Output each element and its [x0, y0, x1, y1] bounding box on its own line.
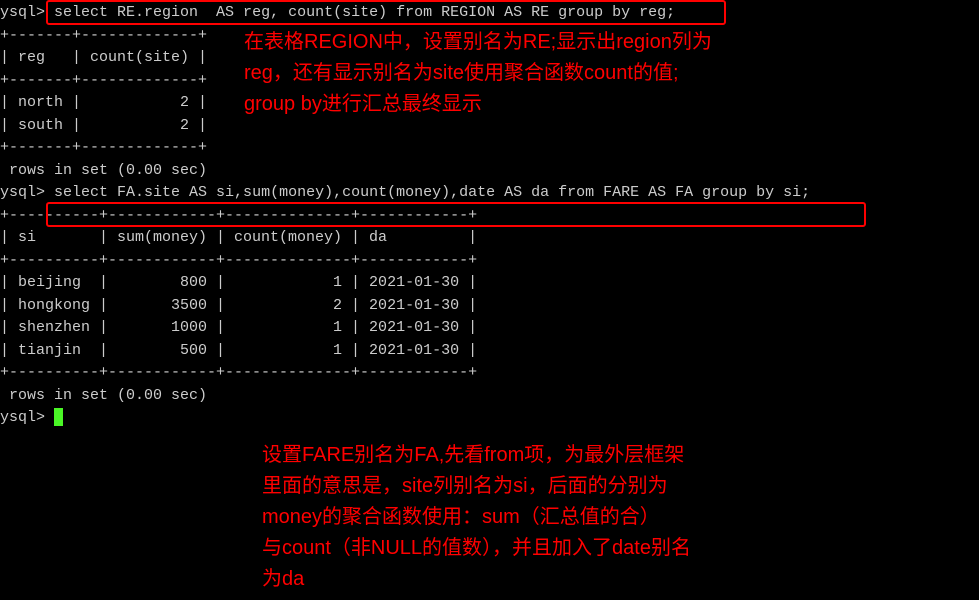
- annotation-1-line-3: group by进行汇总最终显示: [244, 89, 712, 120]
- annotation-2: 设置FARE别名为FA,先看from项，为最外层框架 里面的意思是，site列别…: [262, 440, 691, 595]
- table-row: | tianjin | 500 | 1 | 2021-01-30 |: [0, 340, 979, 363]
- table-divider: +----------+------------+--------------+…: [0, 362, 979, 385]
- table-row: | beijing | 800 | 1 | 2021-01-30 |: [0, 272, 979, 295]
- table-divider: +----------+------------+--------------+…: [0, 205, 979, 228]
- table-divider: +-------+-------------+: [0, 137, 979, 160]
- table-row: | shenzhen | 1000 | 1 | 2021-01-30 |: [0, 317, 979, 340]
- annotation-2-line-4: 与count（非NULL的值数），并且加入了date别名: [262, 533, 691, 564]
- annotation-2-line-3: money的聚合函数使用：sum（汇总值的合）: [262, 502, 691, 533]
- annotation-1-line-1: 在表格REGION中，设置别名为RE;显示出region列为: [244, 27, 712, 58]
- status-line: rows in set (0.00 sec): [0, 385, 979, 408]
- annotation-1: 在表格REGION中，设置别名为RE;显示出region列为 reg，还有显示别…: [244, 27, 712, 120]
- status-line: rows in set (0.00 sec): [0, 160, 979, 183]
- cursor: [54, 408, 63, 426]
- prompt: ysql>: [0, 184, 45, 201]
- annotation-2-line-1: 设置FARE别名为FA,先看from项，为最外层框架: [262, 440, 691, 471]
- prompt: ysql>: [0, 409, 45, 426]
- sql-query-1: select RE.region AS reg, count(site) fro…: [54, 4, 675, 21]
- annotation-1-line-2: reg，还有显示别名为site使用聚合函数count的值;: [244, 58, 712, 89]
- annotation-2-line-2: 里面的意思是，site列别名为si，后面的分别为: [262, 471, 691, 502]
- table-row: | hongkong | 3500 | 2 | 2021-01-30 |: [0, 295, 979, 318]
- prompt-line-2[interactable]: ysql> select FA.site AS si,sum(money),co…: [0, 182, 979, 205]
- table-divider: +----------+------------+--------------+…: [0, 250, 979, 273]
- sql-query-2: select FA.site AS si,sum(money),count(mo…: [54, 184, 810, 201]
- annotation-2-line-5: 为da: [262, 564, 691, 595]
- prompt-line-3[interactable]: ysql>: [0, 407, 979, 430]
- table-header: | si | sum(money) | count(money) | da |: [0, 227, 979, 250]
- prompt-line-1[interactable]: ysql> select RE.region AS reg, count(sit…: [0, 2, 979, 25]
- prompt: ysql>: [0, 4, 45, 21]
